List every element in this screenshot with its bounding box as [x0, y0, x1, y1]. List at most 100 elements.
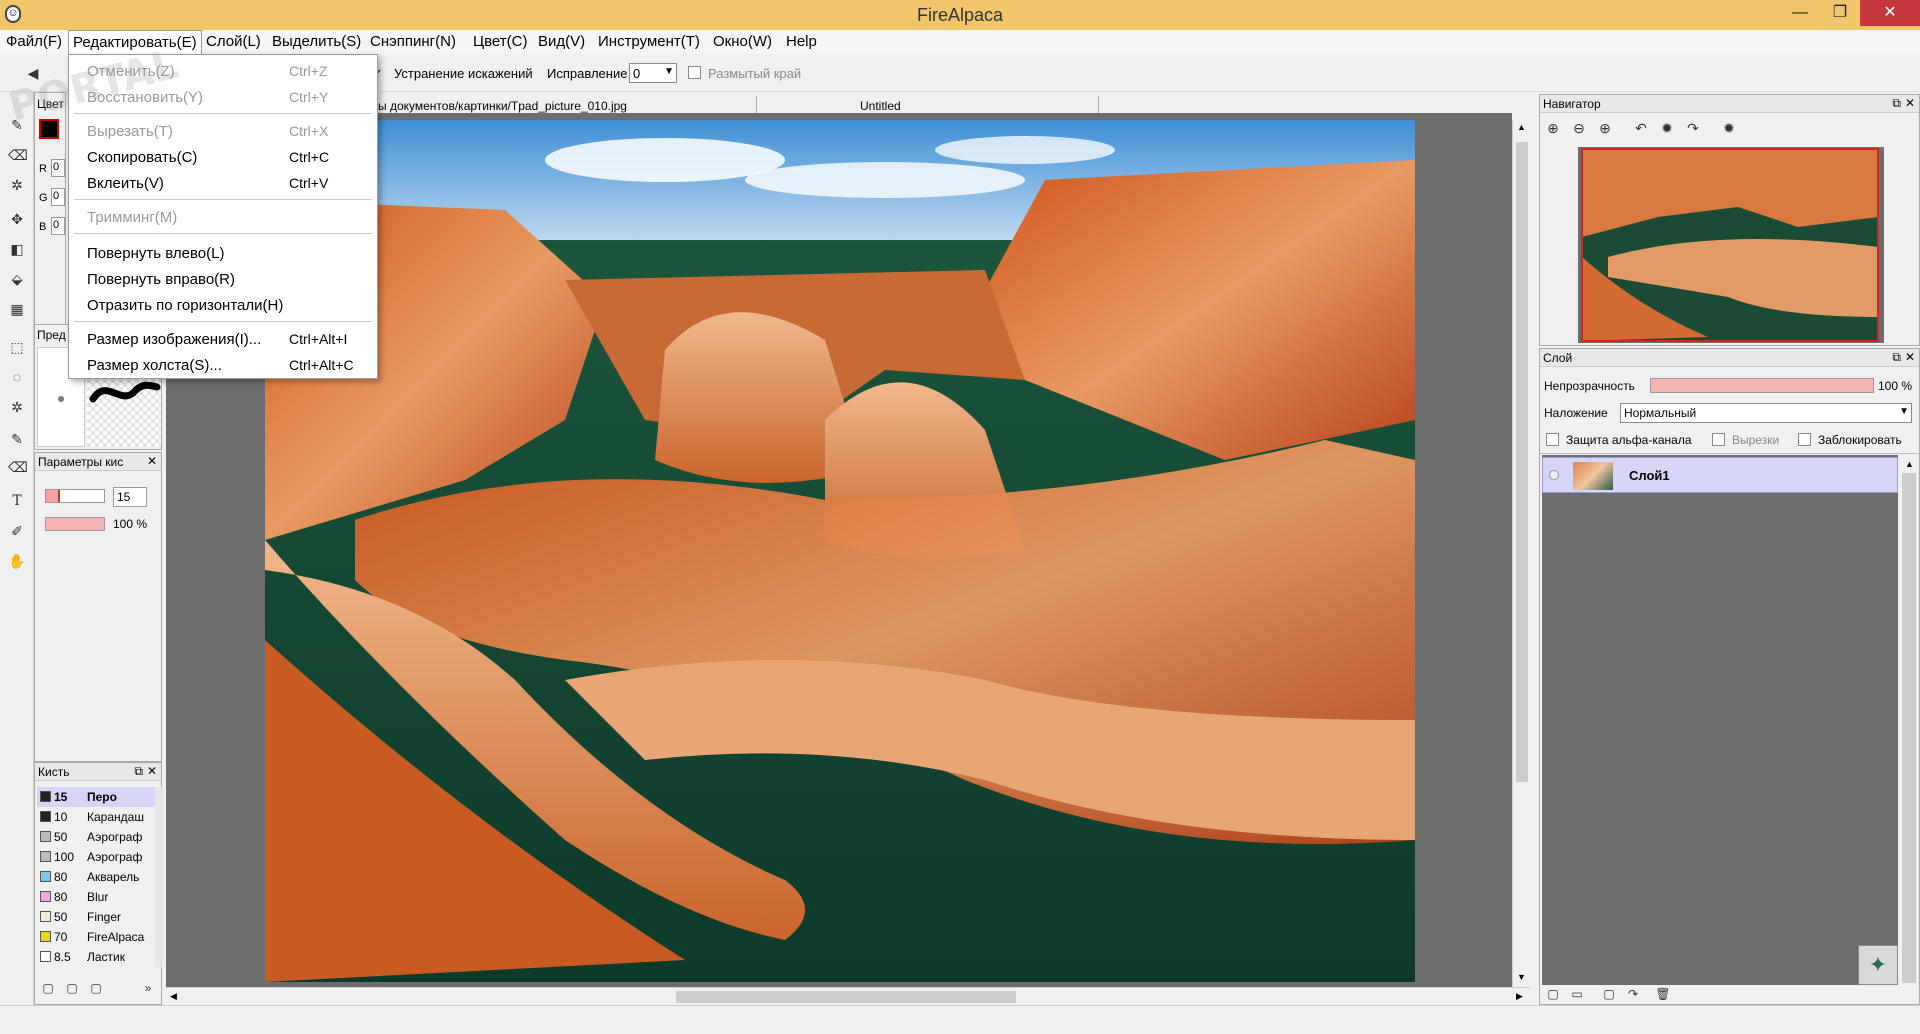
brush-row[interactable]: 8.5 Ластик	[37, 947, 155, 967]
brush-row[interactable]: 10 Карандаш	[37, 807, 155, 827]
minimize-button[interactable]: —	[1780, 0, 1820, 26]
rotate-right-icon[interactable]: ↷	[1684, 119, 1702, 137]
float-icon[interactable]: ⧉	[134, 764, 143, 779]
rotate-left-icon[interactable]: ↶	[1632, 119, 1650, 137]
copy-brush-icon[interactable]: ▢	[87, 979, 105, 997]
menu-item-undo[interactable]: Отменить(Z)	[87, 63, 175, 80]
brush-row[interactable]: 70 FireAlpaca	[37, 927, 155, 947]
brush-opacity-slider[interactable]	[45, 517, 105, 531]
doc-tab-image[interactable]: ы документов/картинки/Тpad_picture_010.j…	[378, 99, 627, 113]
layer-scrollbar[interactable]: ▲	[1900, 455, 1918, 985]
menu-view[interactable]: Вид(V)	[538, 33, 585, 50]
scroll-right-icon[interactable]: ▶	[1516, 991, 1523, 1002]
menu-layer[interactable]: Слой(L)	[206, 33, 261, 50]
brush-row[interactable]: 80 Blur	[37, 887, 155, 907]
menu-item-paste[interactable]: Вклеить(V)	[87, 175, 164, 192]
correction-select[interactable]: 0 ▼	[629, 63, 677, 83]
layer-opacity-slider[interactable]	[1650, 378, 1874, 393]
menu-item-canvas-size[interactable]: Размер холста(S)...	[87, 357, 222, 374]
fill-tool-icon[interactable]: ◧	[8, 240, 26, 258]
merge-layer-icon[interactable]: ↷	[1624, 985, 1642, 1003]
move-tool-icon[interactable]: ✥	[8, 210, 26, 228]
float-icon[interactable]: ⧉	[1892, 350, 1901, 365]
zoom-out-icon[interactable]: ⊖	[1570, 119, 1588, 137]
menu-item-cut[interactable]: Вырезать(T)	[87, 123, 173, 140]
brush-row[interactable]: 15 Перо	[37, 787, 155, 807]
select-eraser-icon[interactable]: ⌫	[8, 458, 28, 476]
menu-window[interactable]: Окно(W)	[713, 33, 772, 50]
menu-item-redo[interactable]: Восстановить(Y)	[87, 89, 203, 106]
brush-row[interactable]: 100 Аэрограф	[37, 847, 155, 867]
blend-mode-select[interactable]: Нормальный ▼	[1620, 403, 1912, 423]
magic-wand-icon[interactable]: ✲	[8, 398, 26, 416]
lock-checkbox[interactable]	[1798, 433, 1811, 446]
brush-row[interactable]: 80 Акварель	[37, 867, 155, 887]
navigator-preview[interactable]	[1578, 147, 1884, 343]
menu-item-flip-horizontal[interactable]: Отразить по горизонтали(H)	[87, 297, 283, 314]
rotate-reset-icon[interactable]: ✹	[1658, 119, 1676, 137]
doc-tab-untitled[interactable]: Untitled	[860, 99, 901, 113]
menu-help[interactable]: Help	[786, 33, 817, 50]
close-icon[interactable]: ✕	[1905, 350, 1915, 364]
visibility-icon[interactable]	[1549, 470, 1559, 480]
select-pen-icon[interactable]: ✎	[8, 430, 26, 448]
menu-item-trim[interactable]: Тримминг(M)	[87, 209, 177, 226]
brush-row[interactable]: 50 Finger	[37, 907, 155, 927]
save-brush-icon[interactable]: ▢	[63, 979, 81, 997]
layer-row[interactable]: Слой1	[1542, 457, 1898, 493]
duplicate-layer-icon[interactable]: ▢	[1600, 985, 1618, 1003]
bucket-tool-icon[interactable]: ⬙	[8, 270, 26, 288]
vertical-scroll-thumb[interactable]	[1516, 142, 1528, 782]
close-icon[interactable]: ✕	[147, 454, 157, 468]
zoom-in-icon[interactable]: ⊕	[1544, 119, 1562, 137]
clipping-checkbox[interactable]	[1712, 433, 1725, 446]
dropper-tool-icon[interactable]: ✐	[8, 522, 26, 540]
zoom-fit-icon[interactable]: ⊕	[1596, 119, 1614, 137]
brush-size-input[interactable]: 15	[113, 487, 147, 507]
new-layer-icon[interactable]: ▢	[1544, 985, 1562, 1003]
dot-tool-icon[interactable]: ✲	[8, 176, 26, 194]
canvas-image[interactable]	[265, 120, 1415, 982]
more-icon[interactable]: »	[139, 979, 157, 997]
close-icon[interactable]: ✕	[147, 764, 157, 778]
scroll-down-icon[interactable]: ▼	[1517, 972, 1526, 982]
menu-tool[interactable]: Инструмент(T)	[598, 33, 700, 50]
g-input[interactable]: 0	[51, 188, 65, 206]
brush-list-scrollbar[interactable]	[155, 787, 163, 967]
close-icon[interactable]: ✕	[1905, 96, 1915, 110]
menu-snapping[interactable]: Снэппинг(N)	[370, 33, 456, 50]
select-tool-icon[interactable]: ⬚	[8, 338, 26, 356]
horizontal-scroll-thumb[interactable]	[676, 991, 1016, 1003]
eraser-tool-icon[interactable]: ⌫	[8, 146, 28, 164]
new-folder-icon[interactable]: ▭	[1568, 985, 1586, 1003]
menu-file[interactable]: Файл(F)	[6, 33, 62, 50]
brush-size-slider[interactable]	[45, 489, 105, 503]
maximize-button[interactable]: ❐	[1820, 0, 1860, 26]
menu-color[interactable]: Цвет(C)	[473, 33, 527, 50]
b-input[interactable]: 0	[51, 217, 65, 235]
scroll-up-icon[interactable]: ▲	[1517, 122, 1526, 132]
gradient-tool-icon[interactable]: ▦	[8, 300, 26, 318]
menu-item-copy[interactable]: Скопировать(C)	[87, 149, 197, 166]
float-icon[interactable]: ⧉	[1892, 96, 1901, 111]
alpha-protect-checkbox[interactable]	[1546, 433, 1559, 446]
text-tool-icon[interactable]: T	[8, 492, 26, 510]
blur-edge-checkbox[interactable]	[688, 66, 701, 79]
vertical-scrollbar[interactable]: ▲ ▼	[1512, 120, 1530, 990]
scroll-up-icon[interactable]: ▲	[1905, 459, 1914, 469]
layer-scroll-thumb[interactable]	[1902, 473, 1916, 983]
horizontal-scrollbar[interactable]: ◀ ▶	[166, 987, 1530, 1005]
r-input[interactable]: 0	[51, 159, 65, 177]
close-button[interactable]: ✕	[1860, 0, 1920, 26]
flip-view-icon[interactable]: ✹	[1720, 119, 1738, 137]
menu-select[interactable]: Выделить(S)	[272, 33, 361, 50]
menu-item-image-size[interactable]: Размер изображения(I)...	[87, 331, 261, 348]
new-brush-icon[interactable]: ▢	[39, 979, 57, 997]
lasso-tool-icon[interactable]: ◌	[8, 368, 26, 386]
scroll-left-icon[interactable]: ◀	[170, 991, 177, 1002]
menu-item-rotate-right[interactable]: Повернуть вправо(R)	[87, 271, 235, 288]
menu-item-rotate-left[interactable]: Повернуть влево(L)	[87, 245, 224, 262]
trash-icon[interactable]: 🗑	[1654, 985, 1672, 1003]
hand-tool-icon[interactable]: ✋	[8, 552, 26, 570]
brush-row[interactable]: 50 Аэрограф	[37, 827, 155, 847]
